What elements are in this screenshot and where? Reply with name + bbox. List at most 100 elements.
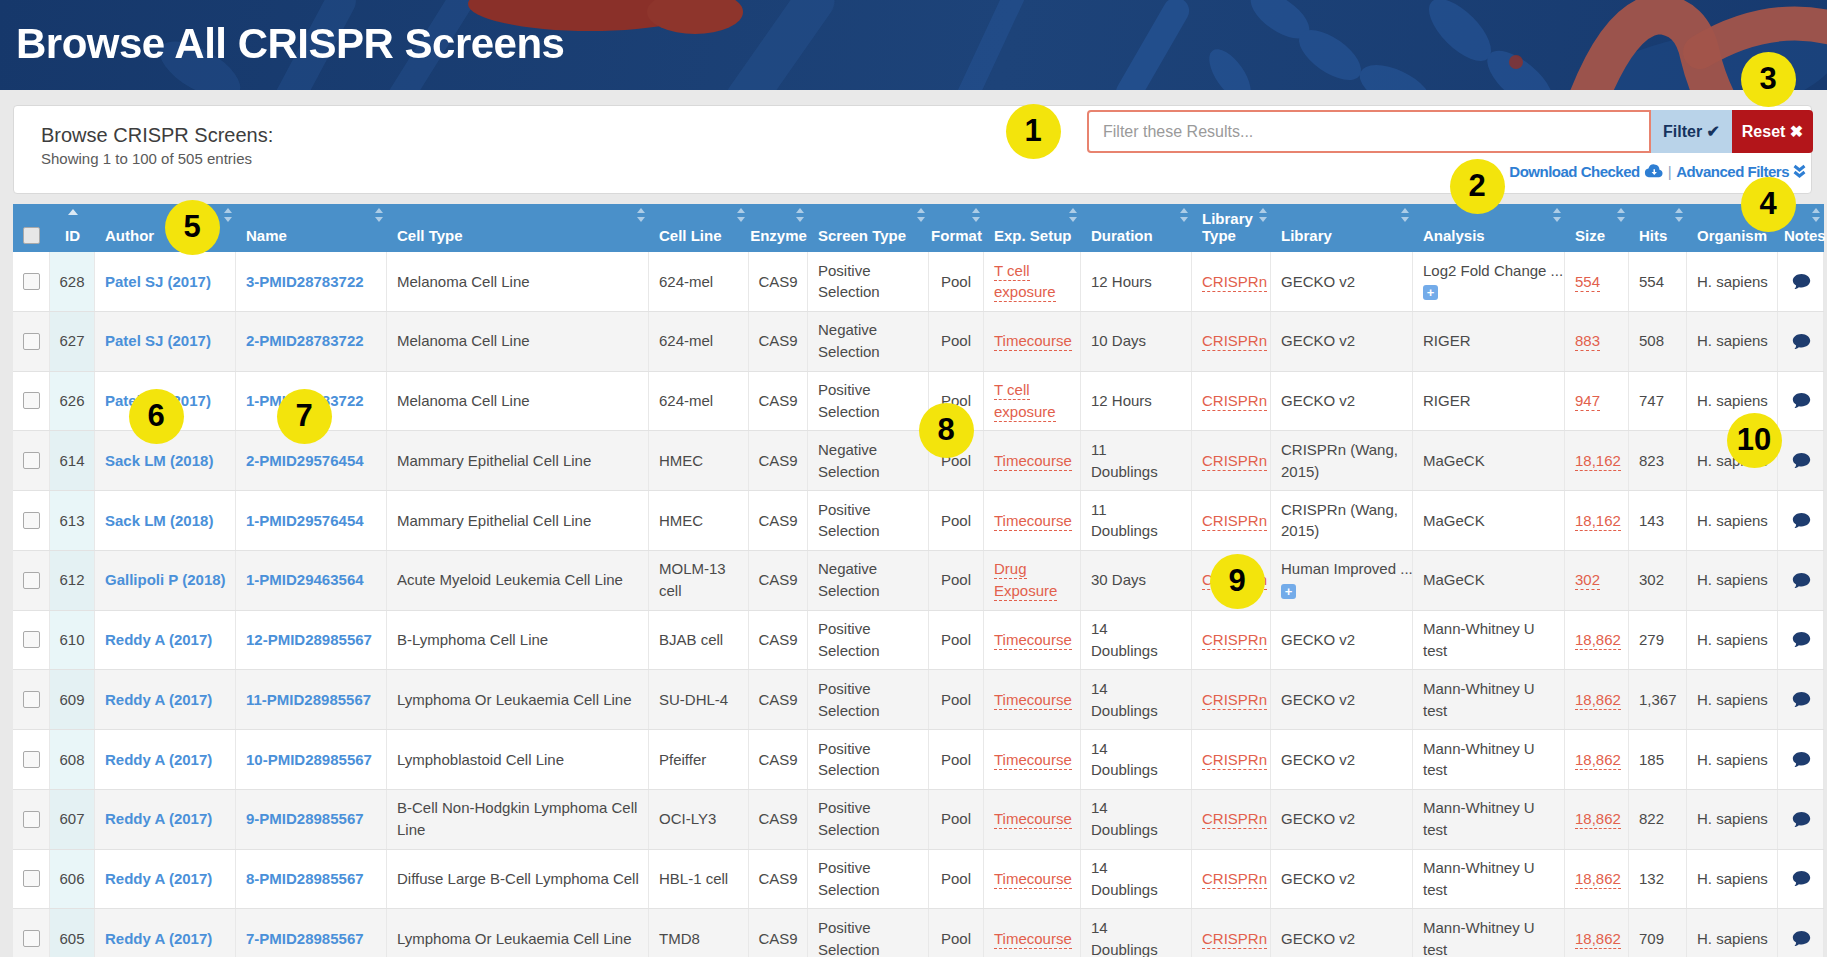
name-link[interactable]: 1-PMID29576454	[246, 510, 364, 532]
name-link[interactable]: 2-PMID28783722	[246, 330, 364, 352]
name-link[interactable]: 12-PMID28985567	[246, 629, 372, 651]
row-checkbox[interactable]	[23, 870, 40, 887]
column-header-screen_type[interactable]: Screen Type	[808, 204, 929, 252]
author-link[interactable]: Reddy A (2017)	[105, 629, 212, 651]
advanced-filters-link[interactable]: Advanced Filters	[1676, 163, 1806, 180]
library_type-link[interactable]: CRISPRn	[1202, 631, 1267, 650]
size-link[interactable]: 18,862	[1575, 870, 1621, 889]
exp_setup-link[interactable]: Timecourse	[994, 810, 1072, 829]
note-bubble-icon[interactable]	[1792, 452, 1811, 469]
note-bubble-icon[interactable]	[1792, 392, 1811, 409]
exp_setup-link[interactable]: T cell exposure	[994, 381, 1056, 422]
row-checkbox[interactable]	[23, 930, 40, 947]
column-header-format[interactable]: Format	[929, 204, 984, 252]
author-link[interactable]: Sack LM (2018)	[105, 510, 213, 532]
note-bubble-icon[interactable]	[1792, 930, 1811, 947]
note-bubble-icon[interactable]	[1792, 512, 1811, 529]
author-link[interactable]: Reddy A (2017)	[105, 808, 212, 830]
note-bubble-icon[interactable]	[1792, 751, 1811, 768]
library_type-link[interactable]: CRISPRn	[1202, 332, 1267, 351]
name-link[interactable]: 3-PMID28783722	[246, 271, 364, 293]
row-checkbox[interactable]	[23, 811, 40, 828]
name-link[interactable]: 1-PMID29463564	[246, 569, 364, 591]
column-header-duration[interactable]: Duration	[1081, 204, 1192, 252]
column-header-hits[interactable]: Hits	[1629, 204, 1687, 252]
author-link[interactable]: Reddy A (2017)	[105, 749, 212, 771]
library_type-link[interactable]: CRISPRn	[1202, 810, 1267, 829]
row-checkbox[interactable]	[23, 691, 40, 708]
author-link[interactable]: Gallipoli P (2018)	[105, 569, 226, 591]
author-link[interactable]: Patel SJ (2017)	[105, 330, 211, 352]
library_type-link[interactable]: CRISPRn	[1202, 870, 1267, 889]
exp_setup-link[interactable]: Timecourse	[994, 631, 1072, 650]
filter-input[interactable]	[1087, 110, 1651, 153]
author-link[interactable]: Reddy A (2017)	[105, 689, 212, 711]
library_type-link[interactable]: CRISPRn	[1202, 512, 1267, 531]
note-bubble-icon[interactable]	[1792, 631, 1811, 648]
note-bubble-icon[interactable]	[1792, 333, 1811, 350]
filter-button[interactable]: Filter ✔	[1651, 110, 1732, 153]
library_type-link[interactable]: CRISPRn	[1202, 930, 1267, 949]
exp_setup-link[interactable]: Timecourse	[994, 930, 1072, 949]
size-link[interactable]: 554	[1575, 273, 1600, 292]
exp_setup-link[interactable]: T cell exposure	[994, 262, 1056, 303]
exp_setup-link[interactable]: Timecourse	[994, 870, 1072, 889]
row-checkbox[interactable]	[23, 631, 40, 648]
note-bubble-icon[interactable]	[1792, 870, 1811, 887]
select-all-checkbox[interactable]	[23, 227, 40, 244]
size-link[interactable]: 18,862	[1575, 631, 1621, 650]
author-link[interactable]: Patel SJ (2017)	[105, 271, 211, 293]
row-checkbox[interactable]	[23, 273, 40, 290]
exp_setup-link[interactable]: Timecourse	[994, 512, 1072, 531]
size-link[interactable]: 302	[1575, 571, 1600, 590]
reset-button[interactable]: Reset ✖	[1732, 110, 1813, 153]
column-header-cell_type[interactable]: Cell Type	[387, 204, 649, 252]
exp_setup-link[interactable]: Drug Exposure	[994, 560, 1057, 601]
size-link[interactable]: 18,862	[1575, 810, 1621, 829]
column-header-library[interactable]: Library	[1271, 204, 1413, 252]
expand-plus-icon[interactable]: +	[1423, 285, 1438, 300]
row-checkbox[interactable]	[23, 452, 40, 469]
author-link[interactable]: Reddy A (2017)	[105, 928, 212, 950]
column-header-size[interactable]: Size	[1565, 204, 1629, 252]
column-header-exp_setup[interactable]: Exp. Setup	[984, 204, 1081, 252]
row-checkbox[interactable]	[23, 512, 40, 529]
column-header-enzyme[interactable]: Enzyme	[749, 204, 808, 252]
row-checkbox[interactable]	[23, 751, 40, 768]
name-link[interactable]: 10-PMID28985567	[246, 749, 372, 771]
row-checkbox[interactable]	[23, 572, 40, 589]
row-checkbox[interactable]	[23, 392, 40, 409]
column-header-check[interactable]	[13, 204, 50, 252]
column-header-id[interactable]: ID	[50, 204, 95, 252]
library_type-link[interactable]: CRISPRn	[1202, 751, 1267, 770]
library_type-link[interactable]: CRISPRn	[1202, 452, 1267, 471]
row-checkbox[interactable]	[23, 333, 40, 350]
exp_setup-link[interactable]: Timecourse	[994, 452, 1072, 471]
exp_setup-link[interactable]: Timecourse	[994, 332, 1072, 351]
note-bubble-icon[interactable]	[1792, 691, 1811, 708]
name-link[interactable]: 2-PMID29576454	[246, 450, 364, 472]
download-checked-link[interactable]: Download Checked	[1509, 163, 1662, 180]
size-link[interactable]: 18,862	[1575, 930, 1621, 949]
exp_setup-link[interactable]: Timecourse	[994, 691, 1072, 710]
column-header-library_type[interactable]: Library Type	[1192, 204, 1271, 252]
note-bubble-icon[interactable]	[1792, 811, 1811, 828]
note-bubble-icon[interactable]	[1792, 273, 1811, 290]
expand-plus-icon[interactable]: +	[1281, 584, 1296, 599]
name-link[interactable]: 9-PMID28985567	[246, 808, 364, 830]
name-link[interactable]: 11-PMID28985567	[246, 689, 371, 711]
size-link[interactable]: 947	[1575, 392, 1600, 411]
name-link[interactable]: 7-PMID28985567	[246, 928, 364, 950]
library_type-link[interactable]: CRISPRn	[1202, 273, 1267, 292]
exp_setup-link[interactable]: Timecourse	[994, 751, 1072, 770]
size-link[interactable]: 18,862	[1575, 751, 1621, 770]
size-link[interactable]: 883	[1575, 332, 1600, 351]
library_type-link[interactable]: CRISPRn	[1202, 392, 1267, 411]
size-link[interactable]: 18,862	[1575, 691, 1621, 710]
size-link[interactable]: 18,162	[1575, 452, 1621, 471]
author-link[interactable]: Sack LM (2018)	[105, 450, 213, 472]
note-bubble-icon[interactable]	[1792, 572, 1811, 589]
library_type-link[interactable]: CRISPRn	[1202, 691, 1267, 710]
name-link[interactable]: 8-PMID28985567	[246, 868, 364, 890]
column-header-cell_line[interactable]: Cell Line	[649, 204, 749, 252]
